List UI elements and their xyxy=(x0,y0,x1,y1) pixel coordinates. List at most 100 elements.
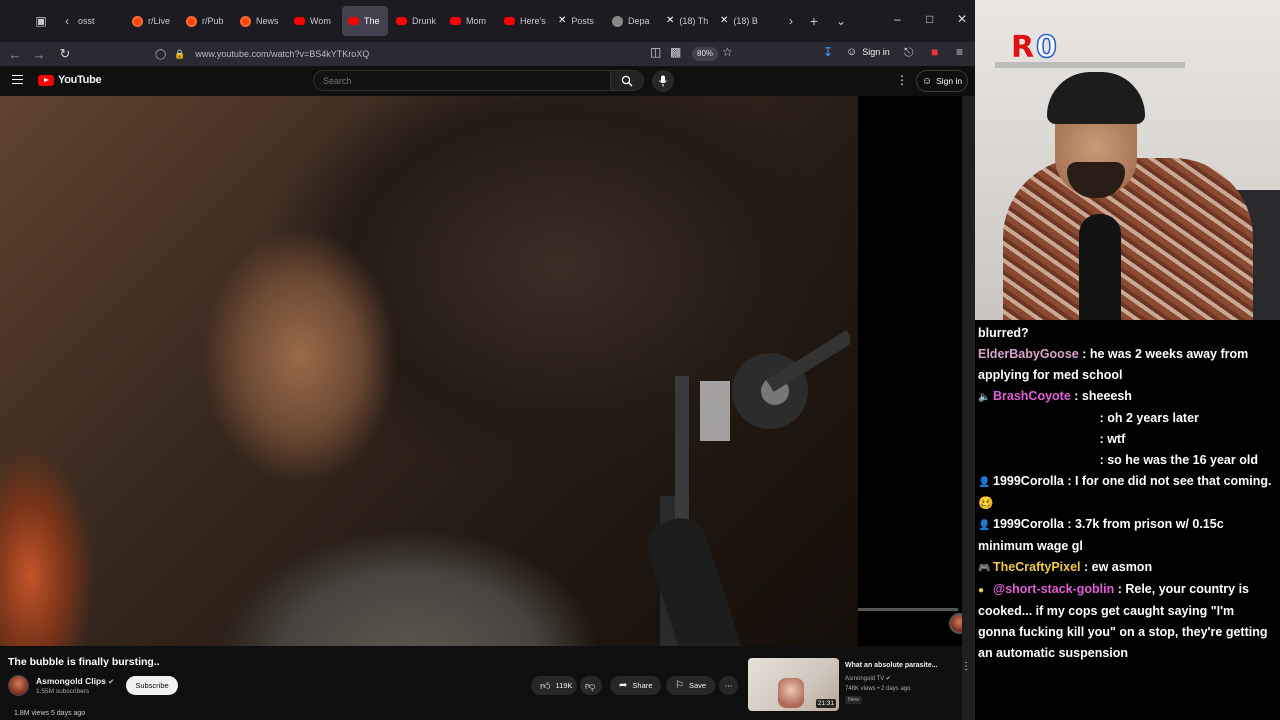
chat-username[interactable]: 1999Corolla xyxy=(993,474,1064,488)
recommended-more-icon[interactable]: ⋮ xyxy=(961,661,971,672)
video-title: The bubble is finally bursting.. xyxy=(8,656,160,668)
picture-in-picture-icon[interactable]: ◫ xyxy=(650,45,661,59)
extension-badge-icon[interactable]: ■ xyxy=(931,45,938,59)
tab-overview-icon[interactable]: ▣ xyxy=(30,10,52,32)
browser-tab[interactable]: ✕ (18) Th xyxy=(660,6,712,36)
url-text[interactable]: www.youtube.com/watch?v=BS4kYTKroXQ xyxy=(195,49,369,59)
verified-icon: ✔ xyxy=(108,679,115,686)
more-actions-button[interactable]: ⋯ xyxy=(719,676,738,695)
channel-logo-r: R xyxy=(1011,30,1035,65)
microphone-icon xyxy=(659,75,667,87)
search-input[interactable] xyxy=(313,70,610,91)
browser-sign-in-label: Sign in xyxy=(862,47,890,57)
youtube-logo[interactable]: YouTube xyxy=(38,74,102,86)
recommended-channel[interactable]: Asmongold TV ✔ xyxy=(845,675,891,682)
recommended-channel-text[interactable]: Asmongold TV xyxy=(845,676,884,682)
back-icon[interactable]: ← xyxy=(4,43,26,65)
tab-strip: osstr/Liver/PubNewsWomThe✕DrunkMomHere's… xyxy=(72,6,766,36)
x-icon: ✕ xyxy=(666,15,675,26)
stream-chat: blurred? ElderBabyGoose : he was 2 weeks … xyxy=(975,320,1280,720)
share-button[interactable]: ➦ Share xyxy=(610,676,662,695)
minimize-icon[interactable]: – xyxy=(894,12,901,26)
browser-tab[interactable]: Depa xyxy=(606,6,658,36)
browser-tab[interactable]: ✕ (18) B xyxy=(714,6,766,36)
bookmark-star-icon[interactable]: ☆ xyxy=(722,45,733,59)
recommended-thumbnail[interactable]: 21:31 xyxy=(748,658,839,711)
chat-username[interactable]: TheCraftyPixel xyxy=(993,560,1081,574)
youtube-icon xyxy=(450,17,461,25)
thumbnail-face xyxy=(778,678,804,708)
like-count: 119K xyxy=(555,681,573,690)
new-badge: New xyxy=(845,696,863,704)
video-player[interactable] xyxy=(0,96,858,646)
search-button[interactable] xyxy=(610,70,644,91)
video-progress-bar[interactable] xyxy=(858,608,958,611)
address-bar[interactable]: ◯ 🔒 www.youtube.com/watch?v=BS4kYTKroXQ xyxy=(155,42,369,66)
subscriber-count: 1.55M subscribers xyxy=(36,688,90,695)
chat-message: 👤 1999Corolla : 3.7k from prison w/ 0.15c… xyxy=(978,514,1274,557)
browser-tab[interactable]: Wom xyxy=(288,6,340,36)
browser-tab[interactable]: r/Live xyxy=(126,6,178,36)
browser-sign-in-button[interactable]: ☺ Sign in xyxy=(846,46,890,58)
browser-tab[interactable]: The✕ xyxy=(342,6,388,36)
reddit-icon xyxy=(132,15,143,27)
new-tab-icon[interactable]: + xyxy=(803,10,825,32)
tab-label: The xyxy=(364,16,380,26)
chat-username[interactable]: @short-stack-goblin xyxy=(993,582,1114,596)
subscribe-button[interactable]: Subscribe xyxy=(126,676,178,695)
voice-search-button[interactable] xyxy=(652,70,674,92)
tab-label: Drunk xyxy=(412,16,437,26)
verified-icon: ✔ xyxy=(885,676,891,682)
chat-username[interactable]: 1999Corolla xyxy=(993,517,1064,531)
browser-tab[interactable]: osst xyxy=(72,6,124,36)
reload-icon[interactable]: ↻ xyxy=(54,43,76,65)
settings-more-icon[interactable]: ⋮ xyxy=(896,73,908,87)
chat-username[interactable]: BrashCoyote xyxy=(993,389,1071,403)
dislike-button[interactable]: 👎︎ xyxy=(580,676,602,695)
browser-tab[interactable]: ✕ Posts xyxy=(552,6,604,36)
lock-icon[interactable]: 🔒 xyxy=(174,49,185,60)
channel-name[interactable]: Asmongold Clips ✔ xyxy=(36,676,114,686)
chat-text: : sheeesh xyxy=(1070,389,1132,403)
tab-label: Posts xyxy=(571,16,594,26)
zoom-level[interactable]: 80% xyxy=(692,47,719,61)
more-horizontal-icon: ⋯ xyxy=(724,681,733,690)
chat-message: : so he was the 16 year old xyxy=(978,450,1274,471)
browser-tab[interactable]: Here's xyxy=(498,6,550,36)
extensions-icon[interactable]: ⎋ xyxy=(904,45,914,60)
recommended-title[interactable]: What an absolute parasite... xyxy=(845,662,955,669)
tab-list-chevron-icon[interactable]: ⌄ xyxy=(830,10,852,32)
maximize-icon[interactable]: □ xyxy=(926,12,933,26)
browser-tab[interactable]: Drunk xyxy=(390,6,442,36)
tab-label: Wom xyxy=(310,16,331,26)
chat-badge-icon: ● xyxy=(978,585,985,596)
forward-icon[interactable]: → xyxy=(28,43,50,65)
channel-avatar[interactable] xyxy=(8,675,29,696)
tab-label: r/Pub xyxy=(202,16,224,26)
browser-tab[interactable]: Mom xyxy=(444,6,496,36)
chat-badge-icon: 🎮 xyxy=(978,563,991,574)
tab-label: Here's xyxy=(520,16,546,26)
browser-tab[interactable]: r/Pub xyxy=(180,6,232,36)
chat-text: : wtf xyxy=(978,432,1126,446)
chat-text: : ew asmon xyxy=(1080,560,1153,574)
channel-name-text[interactable]: Asmongold Clips xyxy=(36,676,106,686)
chat-username[interactable]: ElderBabyGoose xyxy=(978,347,1079,361)
youtube-sign-in-button[interactable]: ☺ Sign in xyxy=(916,70,968,92)
save-button[interactable]: ⚐ Save xyxy=(666,676,716,695)
chat-badge-icon: 🔈 xyxy=(978,392,991,403)
youtube-logo-text: YouTube xyxy=(58,74,102,86)
hamburger-menu-icon[interactable] xyxy=(12,75,23,84)
tab-scroll-right-icon[interactable]: › xyxy=(780,10,802,32)
save-page-icon[interactable]: ▩ xyxy=(670,45,681,59)
browser-tab[interactable]: News xyxy=(234,6,286,36)
menu-icon[interactable]: ≡ xyxy=(956,45,963,59)
like-button[interactable]: 👍︎ 119K xyxy=(531,676,577,695)
close-window-icon[interactable]: ✕ xyxy=(957,12,967,26)
youtube-icon xyxy=(396,17,407,25)
download-icon[interactable]: ↧ xyxy=(823,45,833,59)
shield-icon[interactable]: ◯ xyxy=(155,49,166,60)
bookmark-icon: ⚐ xyxy=(675,680,684,691)
page-scrollbar[interactable] xyxy=(962,96,975,720)
save-label: Save xyxy=(688,681,707,690)
